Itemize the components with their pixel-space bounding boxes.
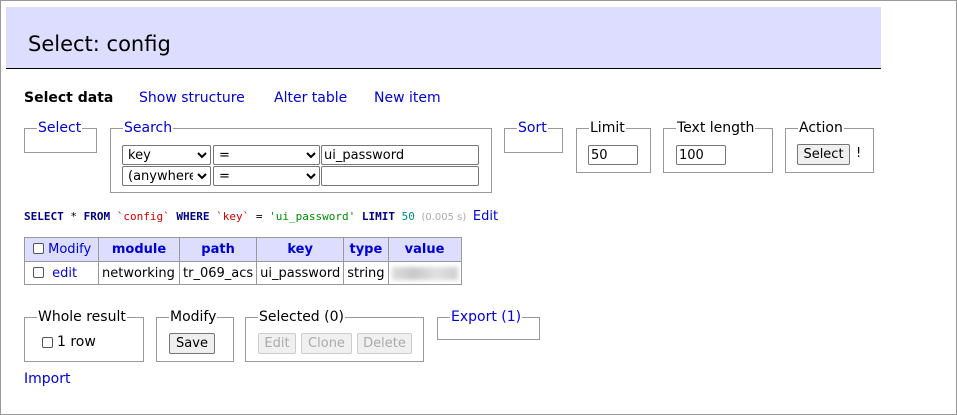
search-legend[interactable]: Search: [124, 120, 172, 136]
text-length-input[interactable]: [676, 145, 726, 165]
sort-fieldset: Sort: [504, 120, 563, 153]
select-button[interactable]: Select: [797, 144, 850, 165]
sort-legend[interactable]: Sort: [518, 120, 547, 136]
one-row-label: 1 row: [57, 334, 96, 350]
search-value-input-1[interactable]: [321, 145, 479, 165]
limit-legend: Limit: [590, 120, 625, 136]
cell-type: string: [343, 261, 389, 285]
cell-key: ui_password: [256, 261, 345, 285]
whole-result-checkbox[interactable]: [42, 337, 53, 348]
row-checkbox[interactable]: [33, 266, 44, 278]
redacted-value: [391, 266, 458, 280]
header-key[interactable]: key: [256, 237, 345, 262]
cell-path: tr_069_acs: [178, 261, 258, 285]
cell-value: [387, 261, 462, 285]
import-link[interactable]: Import: [24, 371, 70, 387]
tab-show-structure[interactable]: Show structure: [139, 90, 245, 106]
results-table: Modify module path key type value edit n…: [24, 237, 462, 285]
tab-alter-table[interactable]: Alter table: [274, 90, 347, 106]
text-length-legend: Text length: [677, 120, 755, 136]
select-fieldset: Select: [24, 120, 97, 153]
save-button[interactable]: Save: [169, 333, 215, 354]
query-time: (0.005 s): [421, 212, 467, 223]
whole-result-legend: Whole result: [38, 309, 126, 325]
export-fieldset: Export (1): [437, 309, 540, 340]
limit-input[interactable]: [588, 145, 638, 165]
header-path[interactable]: path: [178, 237, 258, 262]
clone-button[interactable]: Clone: [301, 333, 352, 354]
row-modify-cell: edit: [24, 261, 99, 285]
warning-mark: !: [856, 146, 862, 161]
table-row: edit networking tr_069_acs ui_password s…: [24, 261, 462, 285]
search-operator-select-1[interactable]: =: [213, 145, 320, 165]
edit-button[interactable]: Edit: [258, 333, 296, 354]
modify-header-link[interactable]: Modify: [48, 242, 91, 257]
tab-select-data: Select data: [24, 90, 114, 106]
select-columns-link[interactable]: Select: [38, 120, 81, 136]
row-edit-link[interactable]: edit: [52, 266, 77, 281]
search-operator-select-2[interactable]: =: [213, 166, 320, 186]
modify-legend: Modify: [170, 309, 217, 325]
action-legend: Action: [799, 120, 843, 136]
search-column-select-2[interactable]: (anywhere): [122, 166, 211, 186]
sql-query: SELECT * FROM `config` WHERE `key` = 'ui…: [24, 209, 499, 224]
table-header-row: Modify module path key type value: [24, 237, 462, 262]
header-type[interactable]: type: [343, 237, 389, 262]
header-value[interactable]: value: [387, 237, 462, 262]
page-title: Select: config: [28, 32, 171, 56]
page-header: Select: config: [6, 7, 881, 69]
selected-legend: Selected (0): [259, 309, 344, 325]
search-column-select-1[interactable]: key: [122, 145, 211, 165]
export-link[interactable]: Export (1): [451, 309, 521, 325]
edit-query-link[interactable]: Edit: [473, 209, 498, 224]
tab-new-item[interactable]: New item: [374, 90, 441, 106]
search-value-input-2[interactable]: [321, 166, 479, 186]
cell-module: networking: [98, 261, 180, 285]
delete-button[interactable]: Delete: [357, 333, 412, 354]
select-all-checkbox[interactable]: [33, 243, 44, 254]
header-modify: Modify: [24, 237, 99, 262]
header-module[interactable]: module: [98, 237, 180, 262]
